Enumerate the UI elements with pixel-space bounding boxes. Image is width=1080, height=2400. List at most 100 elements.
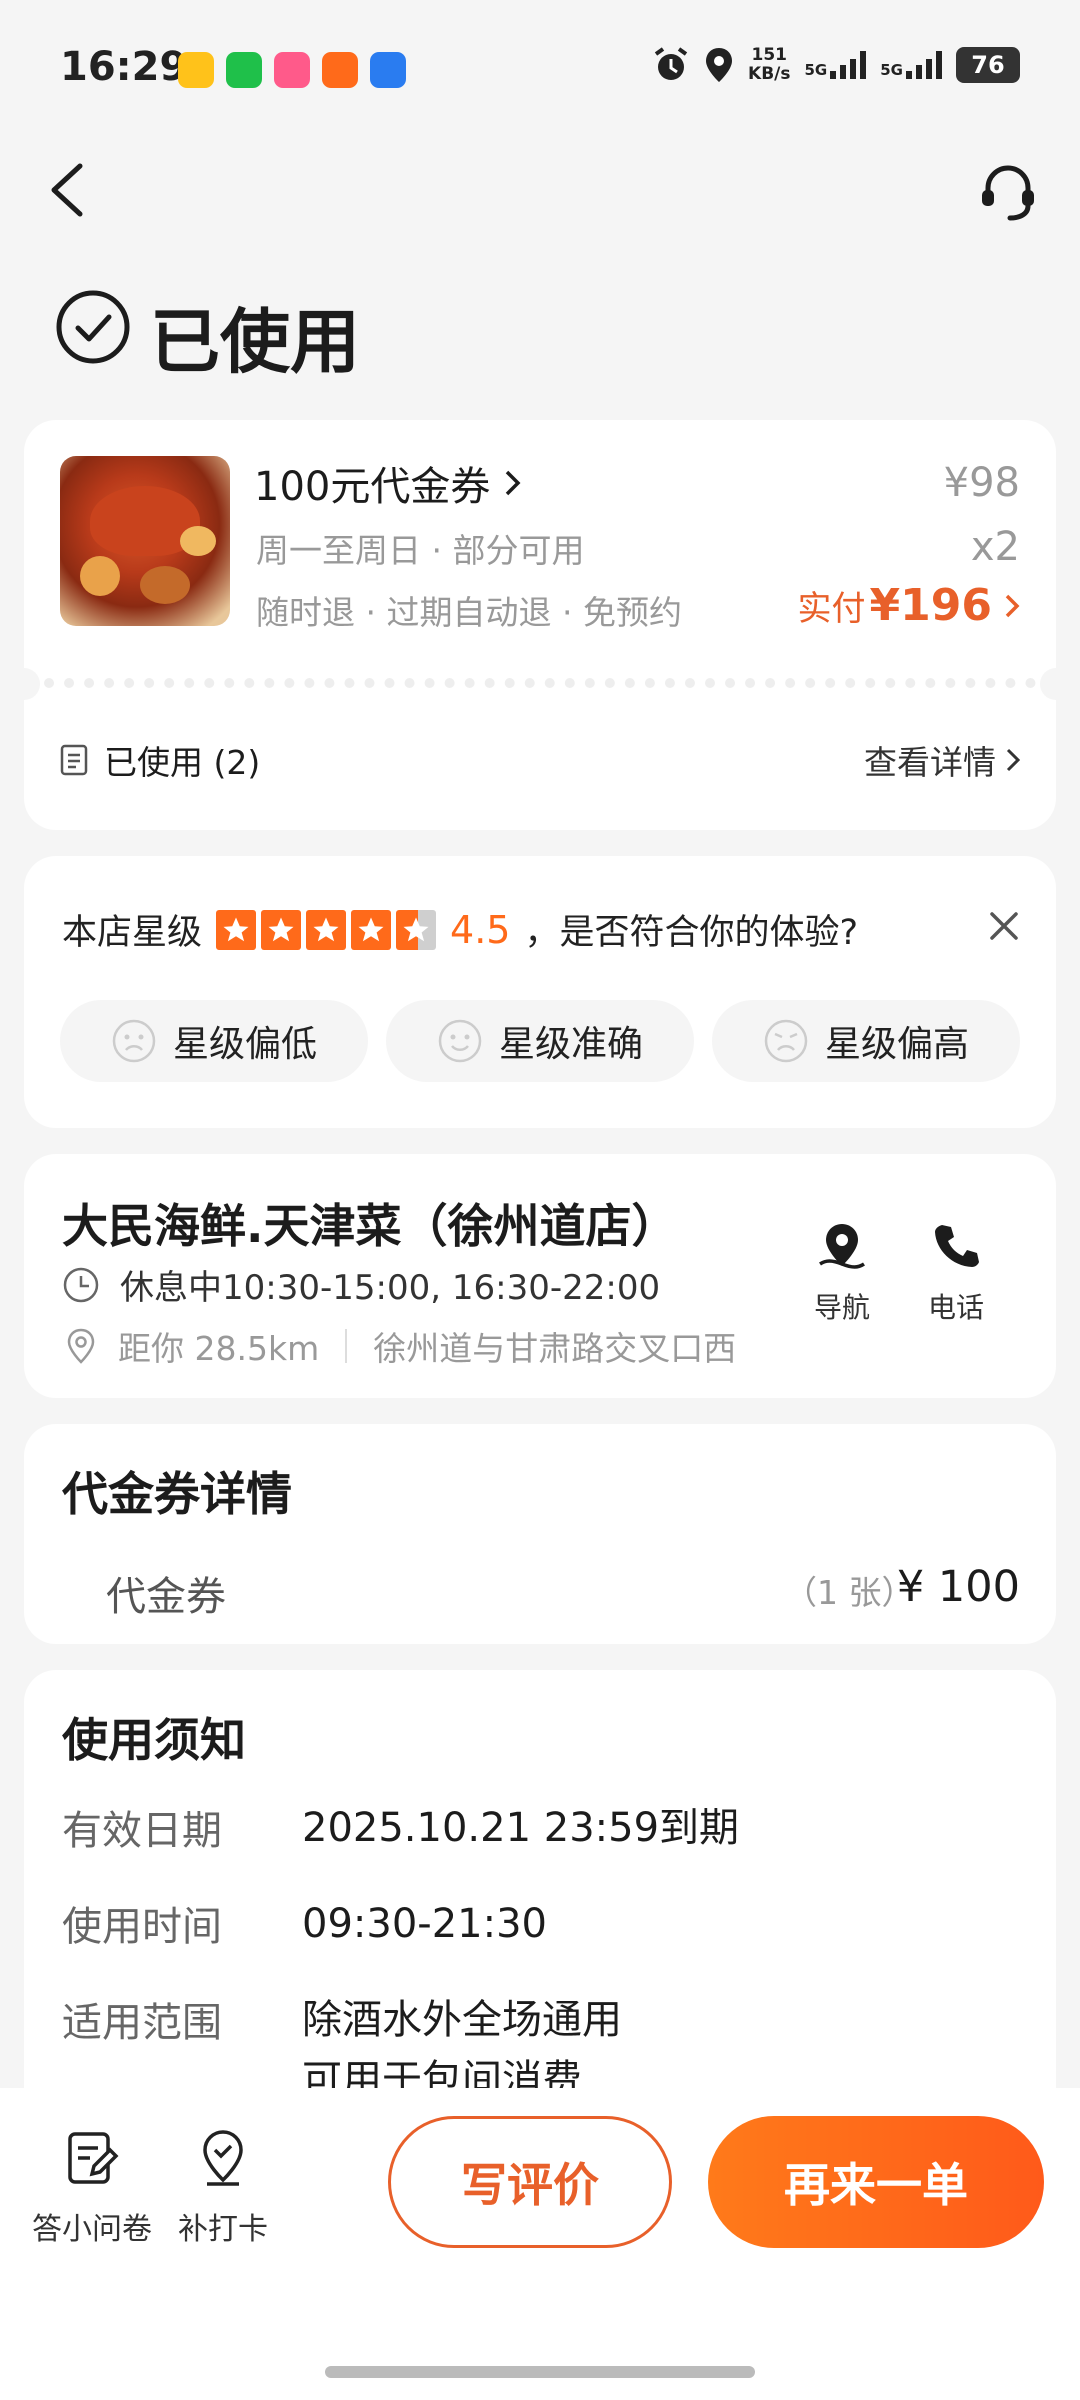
signal-2: 5G: [880, 51, 942, 79]
notification-app-icons: [178, 52, 406, 88]
half-star-icon: [396, 909, 437, 950]
annoyed-face-icon: [764, 1019, 808, 1063]
item-usage-days: 周一至周日 · 部分可用: [256, 531, 585, 570]
location-pin-icon: [67, 1328, 95, 1364]
notice-value: 2025.10.21 23:59到期: [302, 1805, 740, 1851]
divider: [24, 678, 1056, 688]
weibo-app-icon: [178, 52, 214, 88]
page-title: 已使用: [150, 301, 360, 383]
write-review-button[interactable]: 写评价: [388, 2116, 672, 2248]
voucher-price: ¥ 100: [896, 1562, 1020, 1612]
bottom-action-bar: 答小问卷 补打卡 写评价 再来一单: [0, 2088, 1080, 2400]
food-chunk-shape: [140, 566, 190, 604]
voucher-section-title: 代金券详情: [62, 1467, 292, 1521]
shop-address: 徐州道与甘肃路交叉口西: [373, 1329, 737, 1368]
rating-accurate-button[interactable]: 星级准确: [386, 1000, 694, 1082]
close-icon[interactable]: [986, 908, 1022, 944]
unhappy-face-icon: [112, 1019, 156, 1063]
notice-row-valid-date: 有效日期 2025.10.21 23:59到期: [62, 1798, 739, 1858]
shop-name: 大民海鲜.天津菜（徐州道店）: [62, 1199, 678, 1253]
rating-prefix: 本店星级: [62, 913, 203, 953]
shop-card[interactable]: 大民海鲜.天津菜（徐州道店） 休息中10:30-15:00, 16:30-22:…: [24, 1154, 1056, 1398]
bilibili-app-icon: [274, 52, 310, 88]
net-speed-unit: KB/s: [748, 64, 791, 84]
quantity: x2: [970, 524, 1020, 570]
shop-distance: 距你 28.5km: [118, 1329, 320, 1368]
ticket-notch: [1040, 668, 1072, 700]
voucher-name: 代金券: [106, 1574, 226, 1620]
rating-question-text: ，是否符合你的体验?: [524, 913, 859, 953]
ticket-notch: [8, 668, 40, 700]
unit-price: ¥98: [943, 460, 1020, 506]
shop-hours: 休息中10:30-15:00, 16:30-22:00: [62, 1260, 660, 1309]
location-icon: [706, 48, 733, 82]
wechat-app-icon: [226, 52, 262, 88]
survey-edit-icon: [68, 2132, 119, 2184]
happy-face-icon: [438, 1019, 482, 1063]
star-icon: [261, 909, 302, 950]
home-indicator[interactable]: [325, 2366, 755, 2378]
item-title-text: 100元代金券: [254, 464, 491, 510]
chip-label: 星级偏低: [172, 1024, 317, 1065]
status-time: 16:29: [60, 44, 188, 90]
navigate-label: 导航: [814, 1291, 871, 1324]
alarm-icon: [654, 47, 688, 80]
phone-icon: [935, 1225, 979, 1267]
browser-app-icon: [370, 52, 406, 88]
call-button[interactable]: 电话: [928, 1220, 984, 1326]
call-label: 电话: [928, 1291, 985, 1324]
rating-question: 本店星级 4.5 ，是否符合你的体验?: [62, 904, 858, 955]
signal-bars-icon: [830, 51, 867, 79]
net-speed: 151 KB/s: [748, 46, 790, 84]
separator: [345, 1329, 348, 1363]
star-icon: [351, 909, 392, 950]
star-icon: [216, 909, 257, 950]
notice-value: 除酒水外全场通用: [302, 1997, 622, 2043]
notice-label: 使用时间: [62, 1904, 222, 1950]
survey-button[interactable]: 答小问卷: [32, 2128, 152, 2248]
chip-label: 星级偏高: [824, 1024, 969, 1065]
shop-hours-text: 休息中10:30-15:00, 16:30-22:00: [120, 1268, 661, 1308]
item-title[interactable]: 100元代金券: [254, 454, 522, 512]
signal-2-label: 5G: [880, 61, 903, 79]
navigate-button[interactable]: 导航: [814, 1220, 870, 1326]
view-details-label: 查看详情: [864, 743, 996, 782]
navigation-icon: [819, 1224, 865, 1269]
clock-icon: [63, 1267, 99, 1302]
rating-score: 4.5: [450, 907, 511, 952]
used-status-row: 已使用 (2): [60, 736, 260, 784]
checkin-label: 补打卡: [178, 2212, 268, 2247]
notice-label: 有效日期: [62, 1808, 222, 1854]
rating-too-low-button[interactable]: 星级偏低: [60, 1000, 368, 1082]
star-rating: [216, 909, 437, 950]
voucher-detail-card: 代金券详情 代金券 （1 张） ¥ 100: [24, 1424, 1056, 1644]
item-refund-policy: 随时退 · 过期自动退 · 免预约: [256, 593, 682, 632]
paid-label: 实付: [797, 589, 866, 629]
notice-section-title: 使用须知: [62, 1713, 246, 1767]
star-icon: [306, 909, 347, 950]
signal-1-label: 5G: [804, 61, 828, 79]
survey-label: 答小问卷: [32, 2212, 152, 2247]
notice-row-usage-time: 使用时间 09:30-21:30: [62, 1894, 547, 1954]
rating-too-high-button[interactable]: 星级偏高: [712, 1000, 1020, 1082]
paid-amount: ¥196: [869, 580, 992, 631]
rating-card: 本店星级 4.5 ，是否符合你的体验? 星级偏低 星级准确 星级偏高: [24, 856, 1056, 1128]
signal-1: 5G: [805, 51, 867, 79]
back-arrow-icon[interactable]: [44, 160, 94, 220]
customer-service-icon[interactable]: [976, 160, 1040, 224]
paid-amount-link[interactable]: 实付 ¥196: [798, 580, 1020, 631]
voucher-count: （1 张）: [784, 1573, 915, 1612]
net-speed-value: 151: [751, 45, 788, 65]
food-chunk-shape: [180, 526, 216, 556]
view-details-link[interactable]: 查看详情: [864, 736, 1020, 784]
product-thumbnail[interactable]: [60, 456, 230, 626]
used-status-label: 已使用 (2): [104, 743, 261, 782]
chip-label: 星级准确: [498, 1024, 643, 1065]
document-icon: [60, 744, 88, 776]
checkin-button[interactable]: 补打卡: [178, 2128, 268, 2248]
chevron-right-icon: [1006, 748, 1020, 772]
reorder-button[interactable]: 再来一单: [708, 2116, 1044, 2248]
signal-bars-icon: [906, 51, 942, 79]
chevron-right-icon: [1005, 594, 1020, 618]
rating-feedback-chips: 星级偏低 星级准确 星级偏高: [60, 1000, 1020, 1082]
